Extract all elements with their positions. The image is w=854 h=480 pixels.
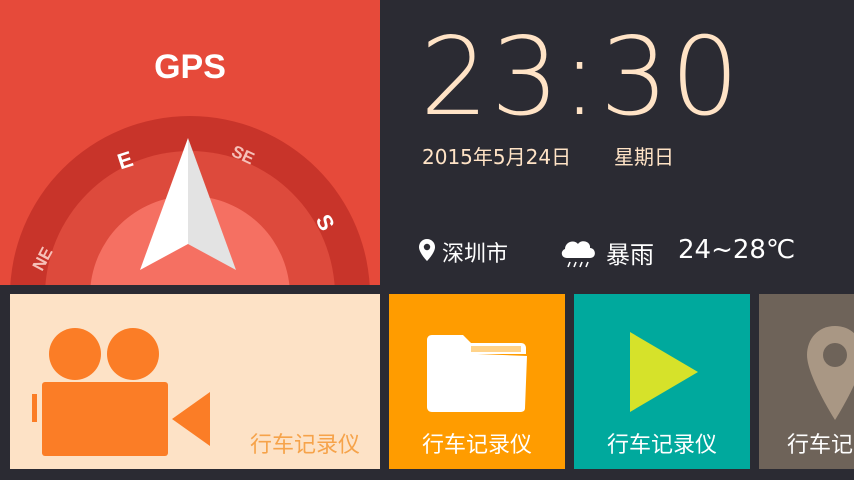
gps-title: GPS	[154, 48, 226, 86]
dashcam-tile-map[interactable]: 行车记录仪	[759, 294, 854, 469]
city-name: 深圳市	[442, 242, 509, 267]
play-icon	[630, 332, 698, 412]
dashcam-tile-playback[interactable]: 行车记录仪	[574, 294, 750, 469]
tile-label: 行车记录仪	[421, 433, 532, 458]
dashcam-tile-video[interactable]: 行车记录仪	[10, 294, 380, 469]
gps-tile[interactable]: E SE S NE GPS	[0, 0, 380, 285]
dashcam-tile-files[interactable]: 行车记录仪	[389, 294, 565, 469]
tile-label: 行车记录仪	[787, 433, 854, 458]
tile-label: 行车记录仪	[606, 433, 717, 458]
clock-weather-panel: 23:30 2015年5月24日 星期日 深圳市 暴雨 24~28℃	[380, 0, 854, 285]
weather-condition: 暴雨	[606, 241, 654, 269]
location-pin-icon	[419, 239, 435, 261]
clock-time: 23:30	[420, 15, 742, 140]
folder-icon	[427, 335, 527, 412]
video-camera-icon	[32, 328, 210, 456]
tile-label: 行车记录仪	[249, 433, 360, 458]
temperature-range: 24~28℃	[678, 235, 796, 265]
clock-weekday: 星期日	[614, 145, 674, 169]
heavy-rain-cloud-icon	[561, 241, 595, 268]
clock-date: 2015年5月24日	[422, 145, 572, 169]
map-pin-icon	[807, 326, 854, 420]
compass-dial: E SE S NE	[10, 116, 370, 285]
